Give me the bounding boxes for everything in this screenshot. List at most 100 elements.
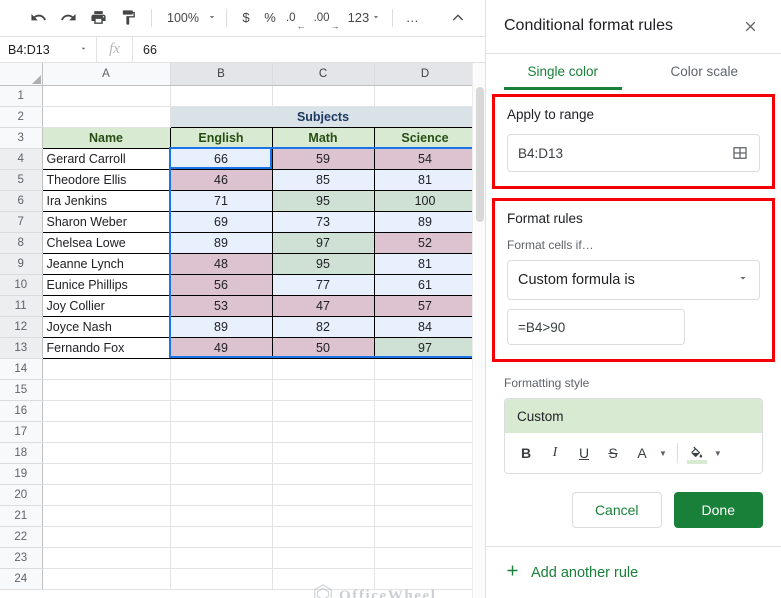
cell-a1[interactable]: [42, 85, 171, 107]
cell-math-r12[interactable]: 82: [271, 315, 375, 338]
row-header-15[interactable]: 15: [0, 379, 43, 401]
cell-b14[interactable]: [170, 358, 273, 380]
cell-science-r9[interactable]: 81: [373, 252, 477, 275]
column-header-c[interactable]: C: [272, 63, 375, 86]
cell-c17[interactable]: [272, 421, 375, 443]
cell-c23[interactable]: [272, 547, 375, 569]
percent-format-button[interactable]: %: [258, 5, 282, 31]
cell-d24[interactable]: [374, 568, 477, 590]
header-cell-science[interactable]: Science: [373, 126, 477, 149]
cell-science-r12[interactable]: 84: [373, 315, 477, 338]
cell-b19[interactable]: [170, 463, 273, 485]
fill-color-caret-icon[interactable]: ▼: [714, 449, 722, 458]
vertical-scrollbar[interactable]: [472, 63, 485, 598]
cell-c15[interactable]: [272, 379, 375, 401]
row-header-10[interactable]: 10: [0, 274, 43, 296]
row-header-14[interactable]: 14: [0, 358, 43, 380]
text-color-caret-icon[interactable]: ▼: [659, 449, 667, 458]
number-format-button[interactable]: 123: [344, 5, 386, 31]
column-header-b[interactable]: B: [170, 63, 273, 86]
fill-color-button[interactable]: [684, 440, 710, 466]
chevron-up-icon[interactable]: [444, 5, 472, 31]
print-icon[interactable]: [84, 5, 112, 31]
cell-english-r7[interactable]: 69: [169, 210, 273, 233]
cell-math-r13[interactable]: 50: [271, 336, 375, 359]
cell-math-r8[interactable]: 97: [271, 231, 375, 254]
cell-name-r11[interactable]: Joy Collier: [41, 294, 171, 317]
row-header-11[interactable]: 11: [0, 295, 43, 317]
cell-english-r12[interactable]: 89: [169, 315, 273, 338]
select-all-corner[interactable]: [0, 63, 43, 86]
cell-english-r11[interactable]: 53: [169, 294, 273, 317]
row-header-19[interactable]: 19: [0, 463, 43, 485]
cell-c22[interactable]: [272, 526, 375, 548]
cell-a24[interactable]: [42, 568, 171, 590]
cell-merged-subjects[interactable]: Subjects: [169, 105, 477, 128]
formula-input[interactable]: 66: [133, 37, 485, 62]
cell-d16[interactable]: [374, 400, 477, 422]
header-cell-english[interactable]: English: [169, 126, 273, 149]
row-header-22[interactable]: 22: [0, 526, 43, 548]
add-another-rule-button[interactable]: Add another rule: [504, 562, 638, 583]
cell-science-r13[interactable]: 97: [373, 336, 477, 359]
cell-english-r13[interactable]: 49: [169, 336, 273, 359]
cell-b21[interactable]: [170, 505, 273, 527]
cell-a14[interactable]: [42, 358, 171, 380]
range-input[interactable]: B4:D13: [507, 134, 760, 173]
cell-c1[interactable]: [272, 85, 375, 107]
cell-math-r4[interactable]: 59: [271, 147, 375, 170]
cell-b17[interactable]: [170, 421, 273, 443]
cell-science-r5[interactable]: 81: [373, 168, 477, 191]
row-header-9[interactable]: 9: [0, 253, 43, 275]
cell-a21[interactable]: [42, 505, 171, 527]
cell-b18[interactable]: [170, 442, 273, 464]
row-header-4[interactable]: 4: [0, 148, 43, 170]
cell-d18[interactable]: [374, 442, 477, 464]
redo-icon[interactable]: [54, 5, 82, 31]
row-header-8[interactable]: 8: [0, 232, 43, 254]
cell-math-r7[interactable]: 73: [271, 210, 375, 233]
cell-science-r7[interactable]: 89: [373, 210, 477, 233]
column-header-a[interactable]: A: [42, 63, 171, 86]
strikethrough-button[interactable]: S: [600, 440, 626, 466]
cell-b24[interactable]: [170, 568, 273, 590]
row-header-17[interactable]: 17: [0, 421, 43, 443]
text-color-button[interactable]: A: [629, 440, 655, 466]
cell-name-r7[interactable]: Sharon Weber: [41, 210, 171, 233]
cell-d22[interactable]: [374, 526, 477, 548]
cell-d20[interactable]: [374, 484, 477, 506]
cell-a16[interactable]: [42, 400, 171, 422]
cell-b16[interactable]: [170, 400, 273, 422]
row-header-3[interactable]: 3: [0, 127, 43, 149]
header-cell-name[interactable]: Name: [41, 126, 171, 149]
tab-color-scale[interactable]: Color scale: [634, 54, 776, 90]
cell-d21[interactable]: [374, 505, 477, 527]
cell-a23[interactable]: [42, 547, 171, 569]
cell-b22[interactable]: [170, 526, 273, 548]
decrease-decimal-button[interactable]: .0 ←: [282, 5, 310, 31]
row-header-13[interactable]: 13: [0, 337, 43, 359]
cell-name-r6[interactable]: Ira Jenkins: [41, 189, 171, 212]
increase-decimal-button[interactable]: .00 →: [310, 5, 344, 31]
close-icon[interactable]: [737, 13, 763, 39]
cell-d1[interactable]: [374, 85, 477, 107]
italic-button[interactable]: I: [542, 440, 568, 466]
cell-c20[interactable]: [272, 484, 375, 506]
cell-c16[interactable]: [272, 400, 375, 422]
row-header-12[interactable]: 12: [0, 316, 43, 338]
row-header-23[interactable]: 23: [0, 547, 43, 569]
cell-english-r4[interactable]: 66: [169, 147, 273, 170]
cell-math-r9[interactable]: 95: [271, 252, 375, 275]
row-header-5[interactable]: 5: [0, 169, 43, 191]
bold-button[interactable]: B: [513, 440, 539, 466]
cell-name-r9[interactable]: Jeanne Lynch: [41, 252, 171, 275]
cell-math-r10[interactable]: 77: [271, 273, 375, 296]
name-box[interactable]: B4:D13: [0, 37, 97, 62]
cell-c18[interactable]: [272, 442, 375, 464]
done-button[interactable]: Done: [673, 492, 763, 529]
cell-a2[interactable]: [42, 106, 171, 128]
more-options-button[interactable]: …: [400, 5, 424, 31]
cell-a18[interactable]: [42, 442, 171, 464]
cell-a19[interactable]: [42, 463, 171, 485]
row-header-7[interactable]: 7: [0, 211, 43, 233]
